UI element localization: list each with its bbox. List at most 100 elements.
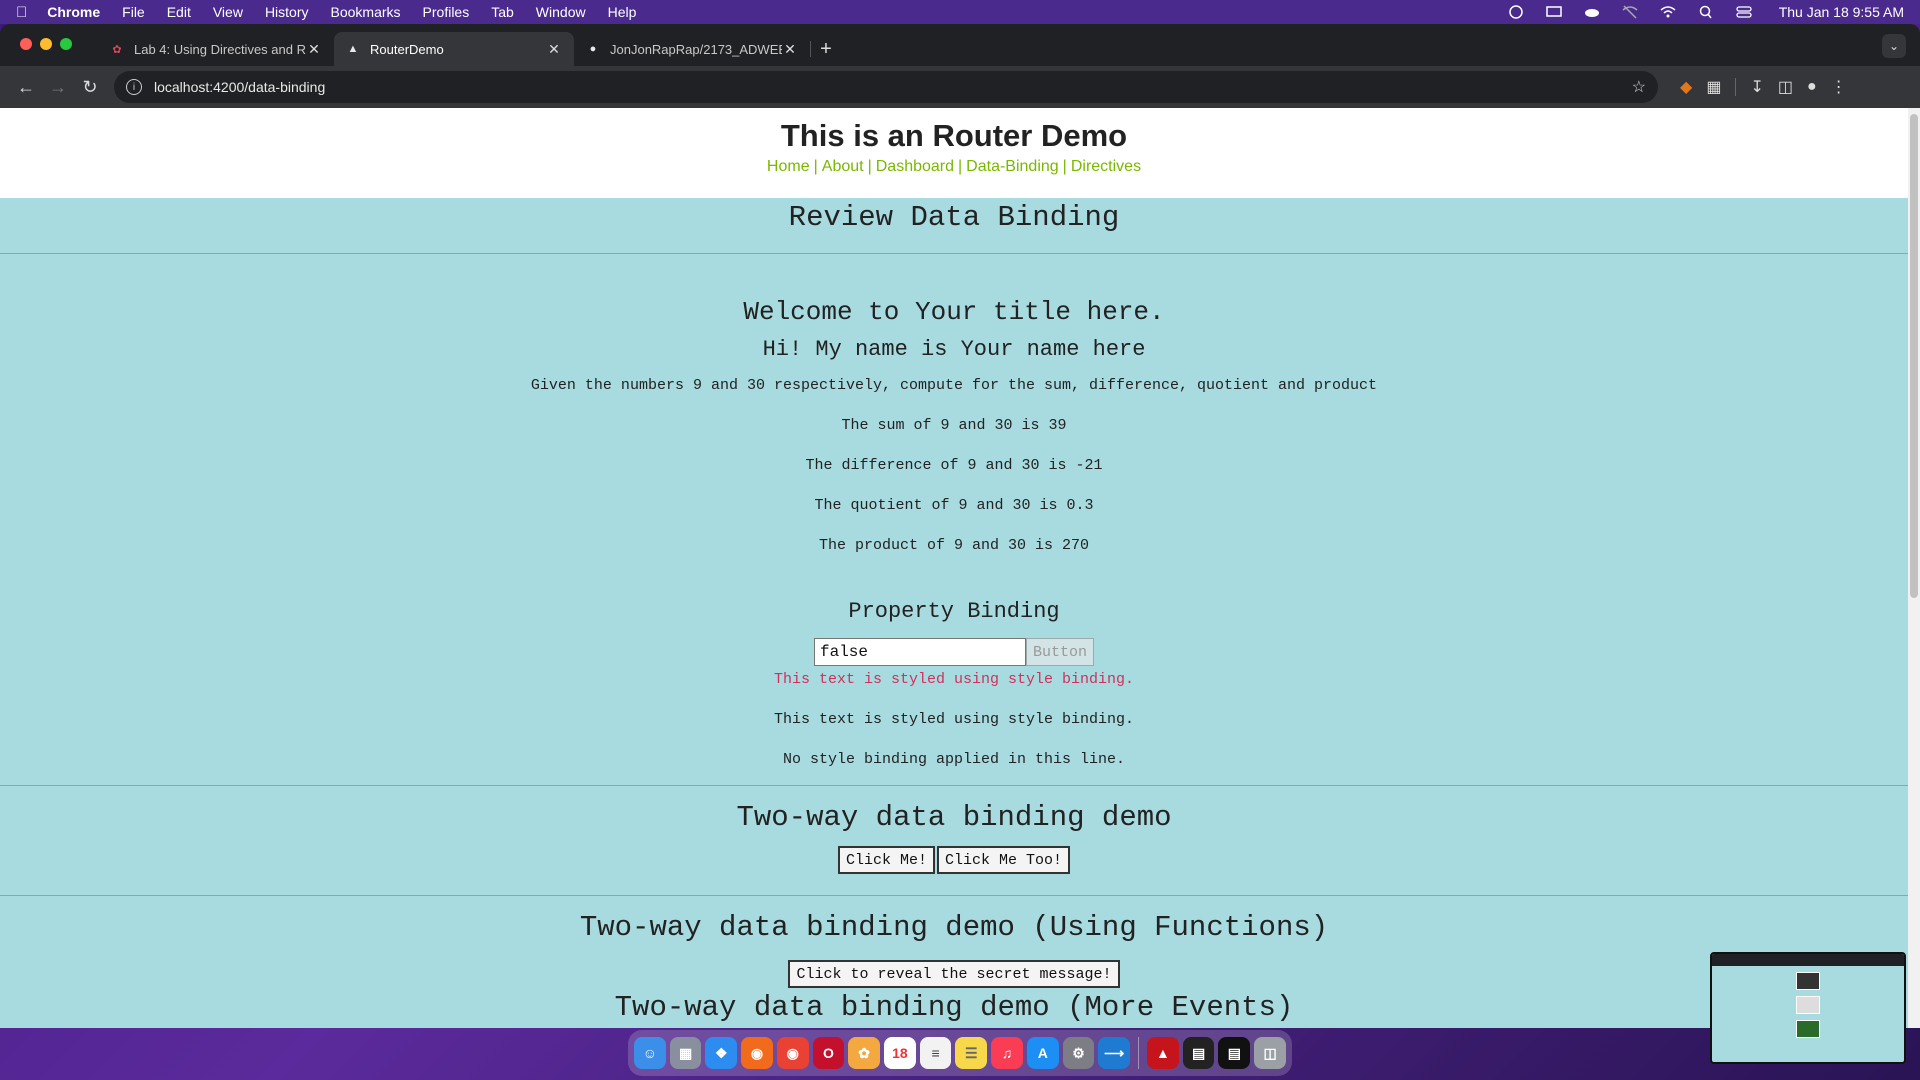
apple-menu-icon[interactable]: 	[16, 4, 27, 21]
calendar-icon[interactable]: 18	[884, 1037, 916, 1069]
two-way-buttons: Click Me! Click Me Too!	[0, 846, 1908, 874]
wifi-icon[interactable]	[1659, 5, 1677, 19]
nav-link-dashboard[interactable]: Dashboard	[876, 158, 954, 175]
terminal-window-icon[interactable]: ▤	[1218, 1037, 1251, 1069]
window-controls	[20, 38, 72, 50]
notes-icon[interactable]: ☰	[955, 1037, 988, 1069]
page-scrollbar[interactable]	[1908, 108, 1920, 1028]
tab-github[interactable]: ● JonJonRapRap/2173_ADWEB ✕	[574, 32, 810, 66]
photos-icon[interactable]: ✿	[848, 1037, 881, 1069]
nav-link-directives[interactable]: Directives	[1071, 158, 1141, 175]
music-icon[interactable]: ♫	[991, 1037, 1023, 1069]
launchpad-icon[interactable]: ▦	[669, 1037, 702, 1069]
zoom-window-button[interactable]	[60, 38, 72, 50]
close-tab-icon[interactable]: ✕	[546, 41, 562, 58]
opera-icon[interactable]: O	[812, 1037, 845, 1069]
tab-strip: ✿ Lab 4: Using Directives and R ✕ ▲ Rout…	[0, 24, 1920, 66]
tab-title: Lab 4: Using Directives and R	[134, 41, 306, 57]
nav-link-about[interactable]: About	[822, 158, 864, 175]
cloud-icon[interactable]	[1583, 5, 1601, 19]
menubar-clock[interactable]: Thu Jan 18 9:55 AM	[1779, 4, 1904, 20]
trash-icon[interactable]: ◫	[1254, 1037, 1286, 1069]
style-binding-red-text: This text is styled using style binding.	[773, 671, 1135, 688]
pdf-icon: ✿	[112, 43, 122, 56]
app-store-icon[interactable]: A	[1026, 1037, 1059, 1069]
menu-window[interactable]: Window	[536, 4, 586, 20]
chrome-icon[interactable]: ◉	[776, 1037, 809, 1069]
tab-title: JonJonRapRap/2173_ADWEB	[610, 41, 782, 57]
address-bar[interactable]: i localhost:4200/data-binding ☆	[114, 71, 1658, 103]
metamask-extension-icon[interactable]: ◆	[1680, 77, 1692, 97]
click-me-button[interactable]: Click Me!	[837, 846, 935, 874]
product-text: The product of 9 and 30 is 270	[818, 537, 1090, 554]
disabled-button[interactable]: Button	[1025, 638, 1094, 666]
tab-title: RouterDemo	[370, 41, 444, 57]
close-tab-icon[interactable]: ✕	[782, 41, 798, 58]
site-info-icon[interactable]: i	[126, 79, 142, 95]
tab-routerdemo[interactable]: ▲ RouterDemo ✕	[334, 32, 574, 66]
github-icon: ●	[589, 43, 597, 55]
nav-separator: |	[813, 158, 818, 175]
screenshot-thumbnail-preview[interactable]	[1710, 952, 1906, 1064]
search-icon[interactable]	[1697, 5, 1715, 19]
reminders-icon[interactable]: ≡	[919, 1037, 952, 1069]
nav-link-data-binding[interactable]: Data-Binding	[966, 158, 1059, 175]
two-way-functions-heading: Two-way data binding demo (Using Functio…	[579, 911, 1329, 944]
site-header: This is an Router Demo Home | About | Dashbo…	[0, 108, 1908, 198]
screen-mirror-icon[interactable]	[1545, 5, 1563, 19]
nav-link-home[interactable]: Home	[767, 158, 810, 175]
macos-menu-bar:  Chrome File Edit View History Bookmark…	[0, 0, 1920, 24]
extensions-puzzle-icon[interactable]: ▦	[1706, 77, 1721, 97]
quotient-text: The quotient of 9 and 30 is 0.3	[814, 497, 1094, 514]
site-title: This is an Router Demo	[780, 118, 1128, 153]
menu-edit[interactable]: Edit	[167, 4, 191, 20]
menu-history[interactable]: History	[265, 4, 309, 20]
minimize-window-button[interactable]	[40, 38, 52, 50]
scrollbar-thumb[interactable]	[1910, 114, 1918, 598]
url-text[interactable]: localhost:4200/data-binding	[154, 79, 1632, 95]
thumbnail-browser-bar	[1712, 954, 1904, 966]
review-heading: Review Data Binding	[788, 201, 1120, 234]
browser-window: ✿ Lab 4: Using Directives and R ✕ ▲ Rout…	[0, 24, 1920, 1028]
acrobat-icon[interactable]: ▲	[1147, 1037, 1179, 1069]
menu-profiles[interactable]: Profiles	[423, 4, 470, 20]
side-panel-icon[interactable]: ◫	[1778, 77, 1793, 97]
data-binding-content: Review Data Binding Welcome to Your titl…	[0, 198, 1908, 1028]
menu-help[interactable]: Help	[608, 4, 637, 20]
back-button[interactable]: ←	[10, 71, 42, 103]
close-window-button[interactable]	[20, 38, 32, 50]
menu-view[interactable]: View	[213, 4, 243, 20]
forward-button[interactable]: →	[42, 71, 74, 103]
chrome-menu-icon[interactable]: ⋮	[1831, 77, 1847, 97]
new-tab-button[interactable]: +	[811, 32, 841, 66]
system-settings-icon[interactable]: ⚙	[1062, 1037, 1095, 1069]
menu-file[interactable]: File	[122, 4, 145, 20]
control-center-icon[interactable]	[1735, 5, 1753, 19]
nav-separator: |	[867, 158, 872, 175]
reveal-secret-button[interactable]: Click to reveal the secret message!	[788, 960, 1120, 988]
finder-icon[interactable]: ☺	[634, 1037, 666, 1069]
firefox-icon[interactable]: ◉	[741, 1037, 773, 1069]
tab-lab4[interactable]: ✿ Lab 4: Using Directives and R ✕	[98, 32, 334, 66]
menu-bookmarks[interactable]: Bookmarks	[331, 4, 401, 20]
vscode-icon[interactable]: ⟶	[1098, 1037, 1131, 1069]
close-tab-icon[interactable]: ✕	[306, 41, 322, 58]
property-binding-input[interactable]	[813, 638, 1026, 666]
tab-search-chevron-icon[interactable]: ⌄	[1882, 34, 1906, 58]
menu-app-chrome[interactable]: Chrome	[47, 4, 100, 20]
safari-icon[interactable]: ❖	[705, 1037, 738, 1069]
two-way-heading: Two-way data binding demo	[736, 801, 1172, 834]
reload-button[interactable]: ↻	[74, 71, 106, 103]
menu-tab[interactable]: Tab	[491, 4, 514, 20]
dock-separator	[1138, 1037, 1140, 1069]
profile-avatar-icon[interactable]: ●	[1807, 78, 1817, 96]
thumbnail-image	[1796, 1020, 1820, 1038]
thumbnail-image	[1796, 972, 1820, 990]
download-icon[interactable]: ↧	[1750, 77, 1763, 97]
terminal-window-icon[interactable]: ▤	[1182, 1037, 1215, 1069]
two-way-functions-section: Two-way data binding demo (Using Functio…	[0, 896, 1908, 1028]
creative-cloud-icon[interactable]	[1507, 5, 1525, 19]
click-me-too-button[interactable]: Click Me Too!	[936, 846, 1071, 874]
wifi-off-icon[interactable]	[1621, 5, 1639, 19]
bookmark-star-icon[interactable]: ☆	[1632, 77, 1646, 97]
